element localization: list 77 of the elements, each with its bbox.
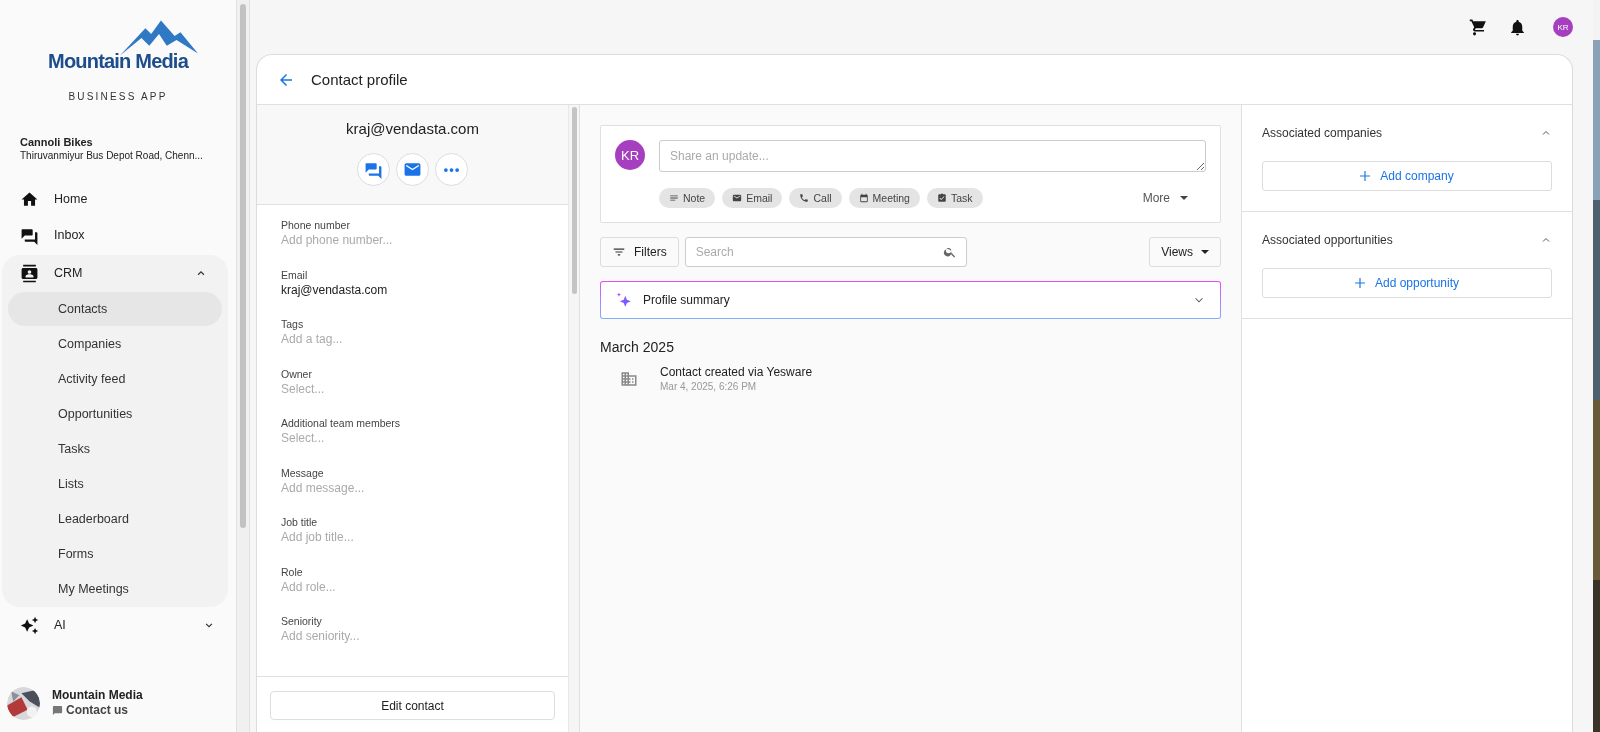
account-address: Thiruvanmiyur Bus Depot Road, Chenn... [20, 150, 204, 161]
nav-item[interactable]: Inbox [2, 217, 228, 253]
mail-icon [732, 193, 743, 203]
field-label: Role [281, 565, 304, 578]
action-chip[interactable]: Email [722, 188, 783, 208]
nav-subitem[interactable]: Companies [8, 327, 222, 361]
field-label: Phone number [281, 219, 351, 231]
nav-item[interactable]: Home [2, 181, 228, 217]
search-field[interactable]: Search [684, 237, 967, 267]
field-label: Message [281, 466, 325, 479]
logo-text: Mountain Media [48, 50, 188, 73]
home-icon [20, 189, 39, 209]
nav-subitem[interactable]: Leaderboard [8, 502, 222, 536]
nav-item[interactable]: AI [2, 607, 228, 643]
calendar-icon [858, 193, 869, 203]
nav-subitem[interactable]: Opportunities [8, 397, 222, 431]
clipboard-check-icon [936, 193, 947, 203]
profile-summary-panel[interactable]: Profile summary [600, 281, 1221, 319]
more-dropdown[interactable]: More [1136, 190, 1194, 206]
summary-title: Profile summary [643, 293, 731, 307]
nav-subitem[interactable]: Tasks [8, 432, 222, 466]
field-value[interactable]: kraj@vendasta.com [281, 282, 568, 297]
action-chip[interactable]: Meeting [848, 188, 920, 208]
app-subtitle: BUSINESS APP [68, 91, 168, 102]
nav-item[interactable]: CRM [2, 255, 222, 291]
month-heading: March 2025 [600, 339, 675, 355]
comment-icon [52, 704, 63, 716]
activity-time: Mar 4, 2025, 6:26 PM [660, 381, 758, 392]
sparkle-icon [20, 615, 39, 635]
bell-icon[interactable] [1508, 17, 1527, 37]
action-chip[interactable]: Call [789, 188, 842, 208]
more-icon [444, 167, 459, 172]
scrollbar[interactable] [240, 4, 246, 528]
plus-icon [1354, 278, 1365, 288]
email-button[interactable] [396, 153, 429, 186]
caret-icon [1201, 250, 1209, 254]
user-avatar: KR [615, 140, 645, 170]
field-label: Seniority [281, 615, 323, 627]
add-button[interactable]: Add company [1262, 161, 1552, 191]
section-title: Associated opportunities [1262, 233, 1394, 247]
contact-heading: kraj@vendasta.com [346, 120, 479, 137]
scrollbar[interactable] [571, 107, 577, 294]
plus-icon [1360, 171, 1371, 181]
more-button[interactable] [435, 153, 468, 186]
action-chip[interactable]: Note [659, 188, 716, 208]
contact-link[interactable]: Contact us [52, 703, 128, 717]
field-label: Additional team members [281, 417, 402, 429]
update-field[interactable]: Share an update... [659, 140, 1206, 172]
contact-card-icon [20, 263, 39, 283]
chat-icon [364, 160, 383, 179]
nav-subitem[interactable]: Lists [8, 467, 222, 501]
activity-title: Contact created via Yesware [660, 365, 813, 379]
caret-icon [1180, 196, 1188, 200]
nav-subitem[interactable]: My Meetings [8, 572, 222, 606]
org-name: Mountain Media [52, 687, 143, 702]
field-label: Email [281, 268, 309, 281]
add-button[interactable]: Add opportunity [1262, 268, 1552, 298]
filters-button[interactable]: Filters [600, 237, 679, 267]
nav-subitem[interactable]: Contacts [8, 292, 222, 326]
page-title: Contact profile [311, 71, 408, 88]
views-dropdown[interactable]: Views [1149, 237, 1221, 267]
user-avatar[interactable]: KR [1553, 17, 1573, 37]
field-label: Owner [281, 367, 313, 380]
building-icon [620, 369, 638, 388]
edit-contact-button[interactable]: Edit contact [270, 691, 555, 720]
search-icon [942, 245, 957, 259]
mail-icon [403, 160, 422, 179]
nav-subitem[interactable]: Activity feed [8, 362, 222, 396]
field-label: Tags [281, 318, 305, 330]
section-title: Associated companies [1262, 126, 1384, 140]
message-button[interactable] [357, 153, 390, 186]
nav-subitem[interactable]: Forms [8, 537, 222, 571]
field-label: Job title [281, 516, 319, 528]
phone-icon [799, 193, 810, 203]
account-name: Cannoli Bikes [20, 136, 94, 148]
cart-icon[interactable] [1469, 17, 1488, 37]
action-chip[interactable]: Task [926, 188, 983, 208]
